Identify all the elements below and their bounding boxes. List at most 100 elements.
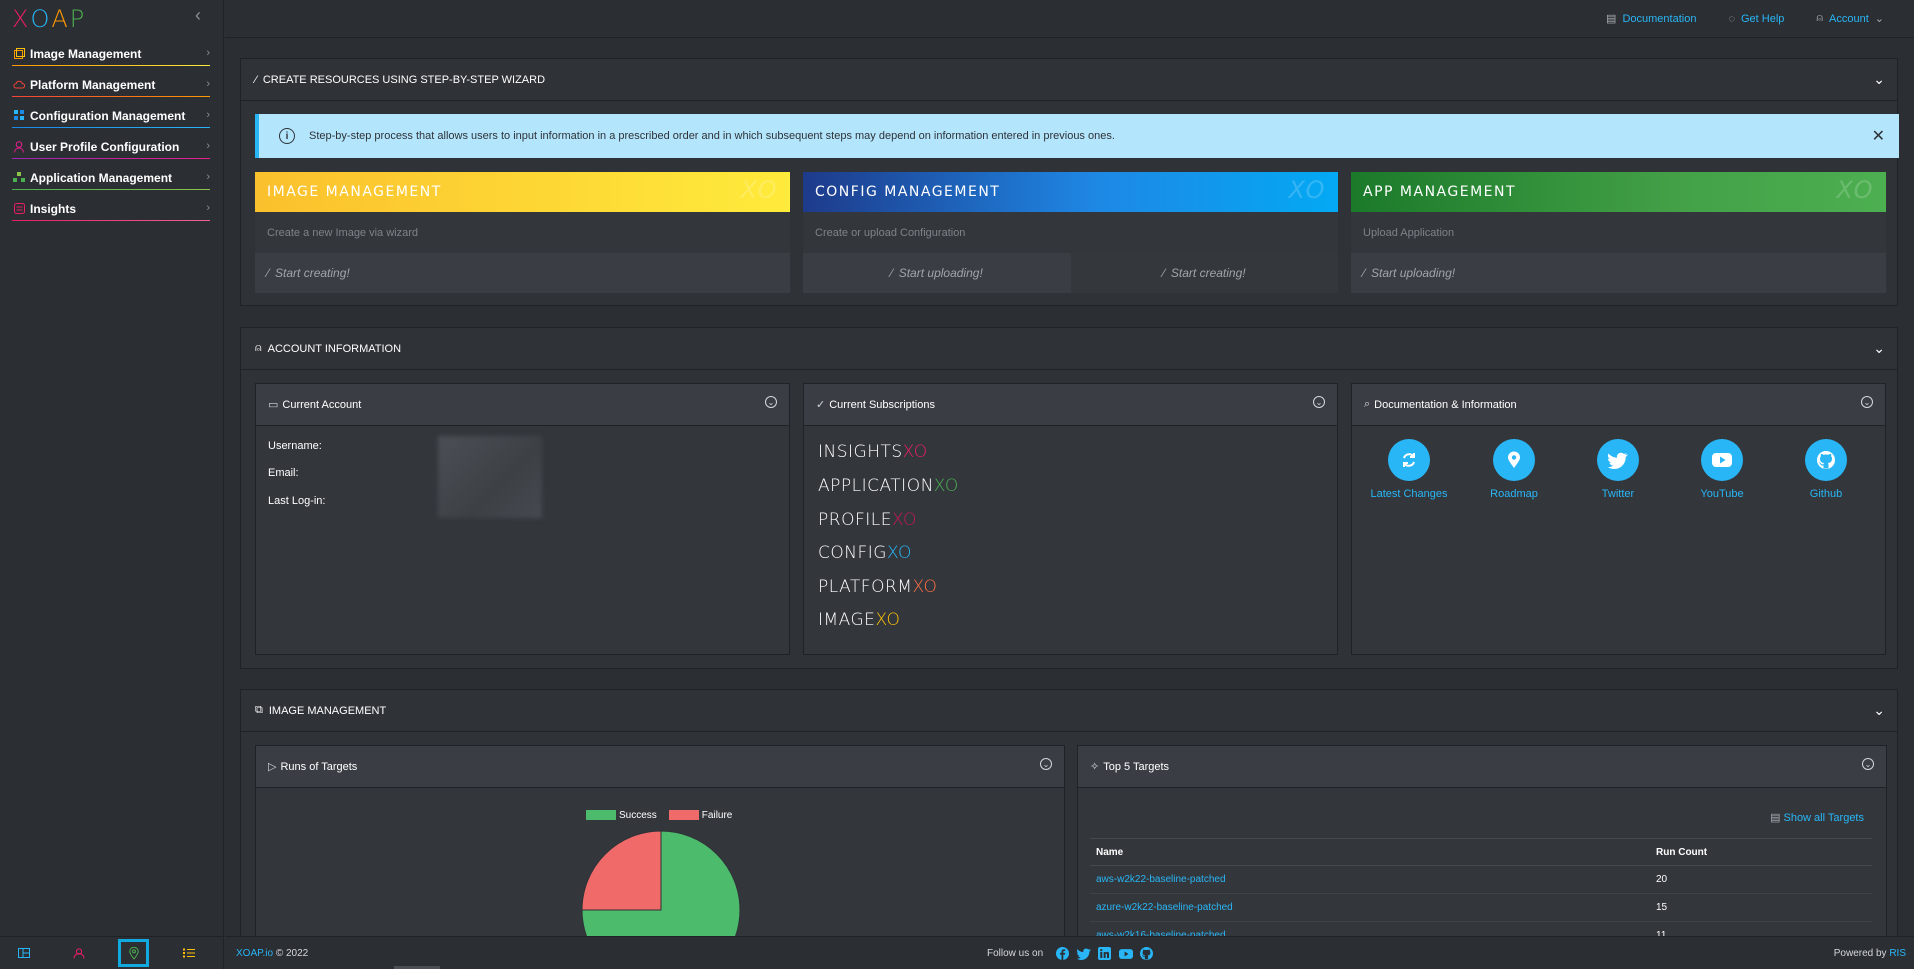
- sidebar-item-application-management[interactable]: Application Management ›: [0, 162, 224, 193]
- divider: [12, 189, 210, 190]
- twitter-icon[interactable]: [1076, 946, 1091, 961]
- chevron-down-icon: ⌄: [1874, 13, 1884, 25]
- divider: [12, 220, 210, 221]
- grid-icon: [12, 109, 26, 123]
- top-targets-table: Name Run Count aws-w2k22-baseline-patche…: [1090, 838, 1872, 936]
- sidebar-item-label: Image Management: [30, 46, 142, 61]
- collapse-circle-icon[interactable]: ⌄: [1313, 396, 1325, 408]
- runs-of-targets-panel: ▷ Runs of Targets ⌄ Success Failure: [255, 745, 1065, 936]
- sidebar-item-platform-management[interactable]: Platform Management ›: [0, 69, 224, 100]
- collapse-circle-icon[interactable]: ⌄: [1862, 758, 1874, 770]
- wizard-tile-app: APP MANAGEMENT XO Upload Application ⁄ St…: [1351, 172, 1886, 293]
- ris-link[interactable]: RIS: [1889, 948, 1906, 959]
- latest-changes-link[interactable]: Latest Changes: [1364, 439, 1454, 500]
- close-icon[interactable]: ✕: [1872, 126, 1885, 146]
- youtube-link[interactable]: YouTube: [1677, 439, 1767, 500]
- youtube-icon[interactable]: [1118, 946, 1133, 961]
- sidebar-item-insights[interactable]: Insights ›: [0, 193, 224, 224]
- wizard-tile-watermark: XO: [740, 176, 778, 204]
- documentation-link[interactable]: ▤ Documentation: [1606, 12, 1696, 26]
- account-menu[interactable]: ⍝ Account ⌄: [1816, 12, 1884, 25]
- runs-of-targets-header: ▷ Runs of Targets ⌄: [256, 746, 1064, 788]
- image-icon: [12, 47, 26, 61]
- sidebar-item-user-profile-configuration[interactable]: User Profile Configuration ›: [0, 131, 224, 162]
- collapse-circle-icon[interactable]: ⌄: [1861, 396, 1873, 408]
- sidebar-item-label: Insights: [30, 201, 77, 216]
- account-info-header[interactable]: ⍝ ACCOUNT INFORMATION ⌄: [241, 328, 1897, 370]
- sidebar-nav: Image Management › Platform Management ›…: [0, 38, 224, 224]
- chevron-down-icon[interactable]: ⌄: [1873, 702, 1885, 719]
- collapse-circle-icon[interactable]: ⌄: [765, 396, 777, 408]
- current-account-title: Current Account: [282, 398, 362, 411]
- subscription-suffix: XO: [891, 510, 917, 530]
- facebook-icon[interactable]: [1055, 946, 1070, 961]
- show-all-targets-link[interactable]: ▤ Show all Targets: [1770, 811, 1864, 824]
- sidebar-item-configuration-management[interactable]: Configuration Management ›: [0, 100, 224, 131]
- collapse-sidebar-icon[interactable]: ‹: [195, 6, 211, 24]
- get-help-label: Get Help: [1741, 12, 1785, 25]
- user-icon: ⍝: [255, 342, 262, 354]
- wizard-tile-actions: ⁄ Start creating!: [255, 253, 790, 293]
- subscription-name: PLATFORM: [818, 577, 913, 597]
- target-name-link[interactable]: aws-w2k22-baseline-patched: [1090, 865, 1650, 894]
- table-row: aws-w2k22-baseline-patched 20: [1090, 865, 1872, 894]
- target-name-link[interactable]: azure-w2k22-baseline-patched: [1090, 893, 1650, 922]
- wand-icon: ⁄: [1363, 266, 1366, 280]
- action-label: Start creating!: [1170, 266, 1246, 280]
- column-header-name[interactable]: Name: [1090, 838, 1650, 866]
- start-creating-config-button[interactable]: ⁄ Start creating!: [1070, 253, 1338, 293]
- subscription-suffix: XO: [933, 476, 959, 496]
- wizard-tile-title: IMAGE MANAGEMENT: [267, 184, 442, 200]
- chevron-right-icon: ›: [206, 109, 210, 121]
- xoap-link[interactable]: XOAP.io: [236, 948, 273, 959]
- map-pin-icon[interactable]: [118, 939, 149, 967]
- target-icon: ✧: [1090, 761, 1100, 773]
- map-pin-icon: [1493, 439, 1535, 481]
- sidebar-item-label: Platform Management: [30, 77, 156, 92]
- column-header-run-count[interactable]: Run Count: [1650, 838, 1872, 866]
- action-label: Start uploading!: [898, 266, 983, 280]
- subscription-name: CONFIG: [818, 543, 887, 563]
- xoap-logo[interactable]: X O A P: [12, 5, 86, 33]
- action-label: Start creating!: [275, 266, 350, 280]
- sidebar-item-image-management[interactable]: Image Management ›: [0, 38, 224, 69]
- current-subscriptions-title: Current Subscriptions: [829, 398, 935, 411]
- dashboard-icon[interactable]: [8, 939, 39, 967]
- wizard-card: ⁄ CREATE RESOURCES USING STEP-BY-STEP WI…: [240, 58, 1899, 306]
- list-icon[interactable]: [173, 939, 204, 967]
- target-name-link[interactable]: aws-w2k16-baseline-patched: [1090, 921, 1650, 936]
- wizard-tile-header: CONFIG MANAGEMENT XO: [803, 172, 1338, 212]
- users-icon[interactable]: [63, 939, 94, 967]
- collapse-circle-icon[interactable]: ⌄: [1040, 758, 1052, 770]
- github-link[interactable]: Github: [1781, 439, 1871, 500]
- documentation-title: Documentation & Information: [1374, 398, 1517, 411]
- account-info-title: ACCOUNT INFORMATION: [267, 342, 402, 355]
- show-all-label: Show all Targets: [1783, 812, 1864, 824]
- image-management-header[interactable]: ⧉ IMAGE MANAGEMENT ⌄: [241, 690, 1897, 732]
- start-uploading-config-button[interactable]: ⁄ Start uploading!: [803, 253, 1071, 293]
- start-creating-image-button[interactable]: ⁄ Start creating!: [255, 253, 790, 293]
- wizard-tile-description: Create or upload Configuration: [803, 212, 1338, 253]
- table-row: aws-w2k16-baseline-patched 11: [1090, 921, 1872, 936]
- github-icon[interactable]: [1139, 946, 1154, 961]
- image-management-card: ⧉ IMAGE MANAGEMENT ⌄ ▷ Runs of Targets ⌄…: [240, 689, 1898, 936]
- user-icon: [12, 140, 26, 154]
- twitter-link[interactable]: Twitter: [1573, 439, 1663, 500]
- image-management-title: IMAGE MANAGEMENT: [268, 704, 387, 717]
- pie-slice-failure[interactable]: [581, 830, 662, 911]
- wizard-card-header[interactable]: ⁄ CREATE RESOURCES USING STEP-BY-STEP WI…: [241, 59, 1897, 101]
- chevron-right-icon: ›: [206, 171, 210, 183]
- start-uploading-app-button[interactable]: ⁄ Start uploading!: [1351, 253, 1886, 293]
- youtube-icon: [1701, 439, 1743, 481]
- roadmap-link[interactable]: Roadmap: [1469, 439, 1559, 500]
- username-label: Username:: [268, 440, 322, 452]
- chevron-down-icon[interactable]: ⌄: [1873, 71, 1885, 88]
- cloud-icon: [12, 78, 26, 92]
- linkedin-icon[interactable]: [1097, 946, 1112, 961]
- chevron-down-icon[interactable]: ⌄: [1873, 340, 1885, 357]
- wizard-tile-header: APP MANAGEMENT XO: [1351, 172, 1886, 212]
- get-help-link[interactable]: ◌ Get Help: [1728, 13, 1784, 25]
- wizard-tile-actions: ⁄ Start uploading! ⁄ Start creating!: [803, 253, 1338, 293]
- help-icon: ◌: [1728, 12, 1735, 25]
- divider: [12, 158, 210, 159]
